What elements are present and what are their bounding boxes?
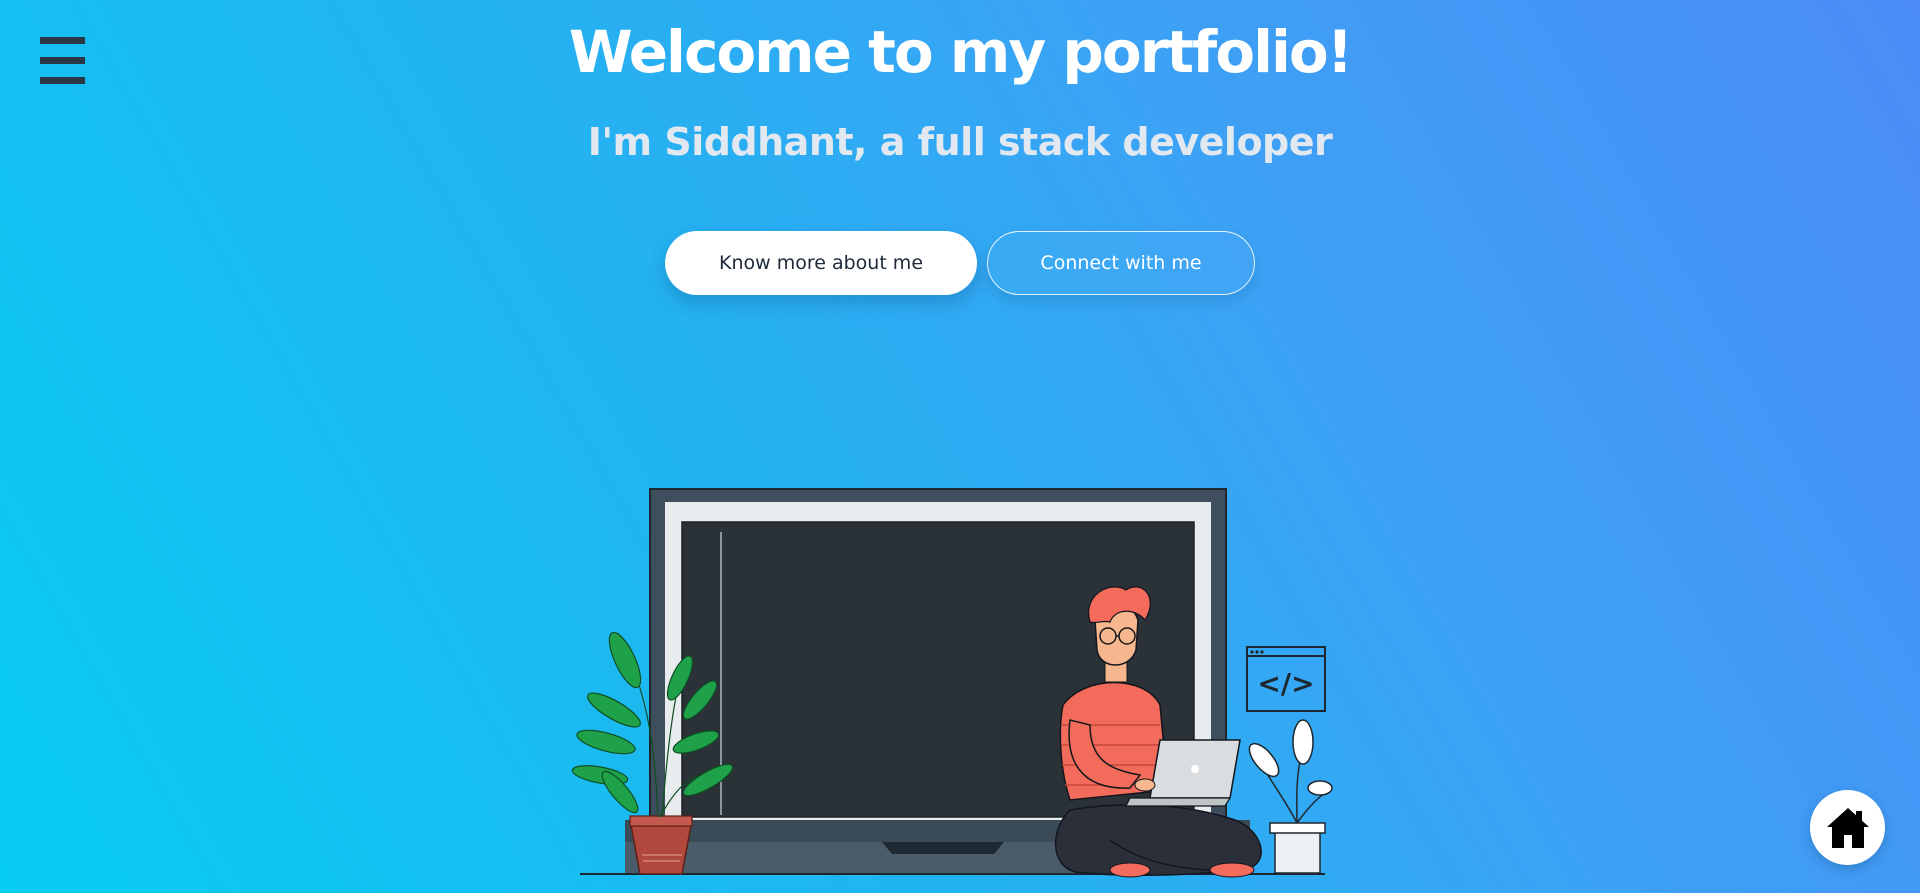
developer-illustration: </> bbox=[571, 488, 1333, 878]
connect-button[interactable]: Connect with me bbox=[987, 231, 1255, 295]
code-glyph: </> bbox=[1257, 667, 1314, 700]
small-plant-leaves bbox=[1248, 719, 1333, 824]
page-subtitle: I'm Siddhant, a full stack developer bbox=[587, 120, 1333, 164]
home-button[interactable] bbox=[1810, 790, 1885, 865]
know-more-button[interactable]: Know more about me bbox=[665, 231, 977, 295]
small-plant-pot bbox=[1274, 827, 1321, 874]
code-window-icon: </> bbox=[1246, 646, 1326, 712]
page-title: Welcome to my portfolio! bbox=[568, 18, 1353, 86]
plant-pot bbox=[629, 819, 693, 875]
home-icon bbox=[1826, 807, 1869, 848]
